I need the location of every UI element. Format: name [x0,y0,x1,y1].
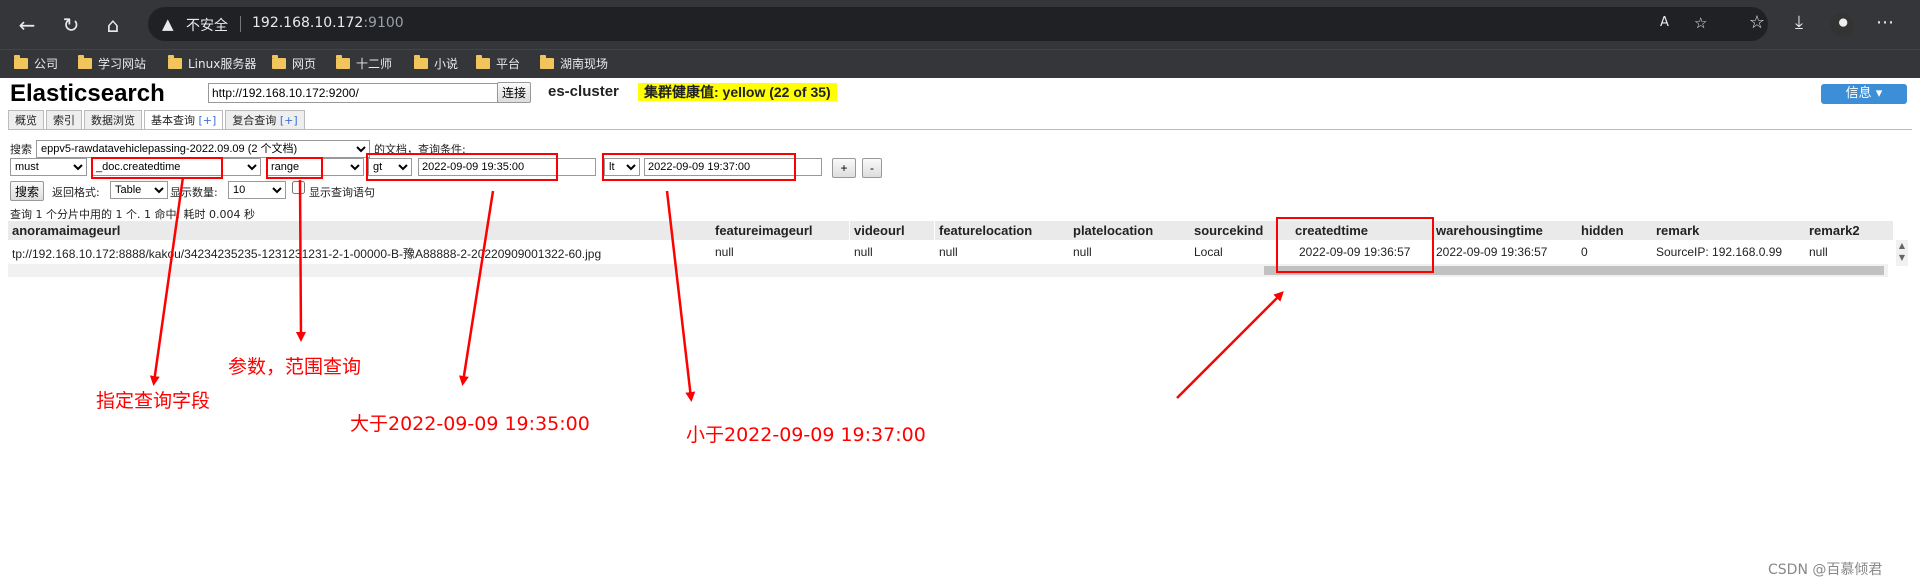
arrow-field [149,176,185,386]
arrow-range [295,179,306,342]
watermark: CSDN @百慕倾君 [1768,562,1883,578]
arrow-createdtime [1176,291,1284,399]
annotation-field: 指定查询字段 [96,390,211,412]
arrow-lt [665,190,696,402]
annotation-lt: 小于2022-09-09 19:37:00 [686,424,926,446]
annotation-range: 参数，范围查询 [228,356,362,378]
arrow-gt [458,190,495,386]
annotation-arrows [149,176,1284,402]
annotation-gt: 大于2022-09-09 19:35:00 [350,413,590,435]
